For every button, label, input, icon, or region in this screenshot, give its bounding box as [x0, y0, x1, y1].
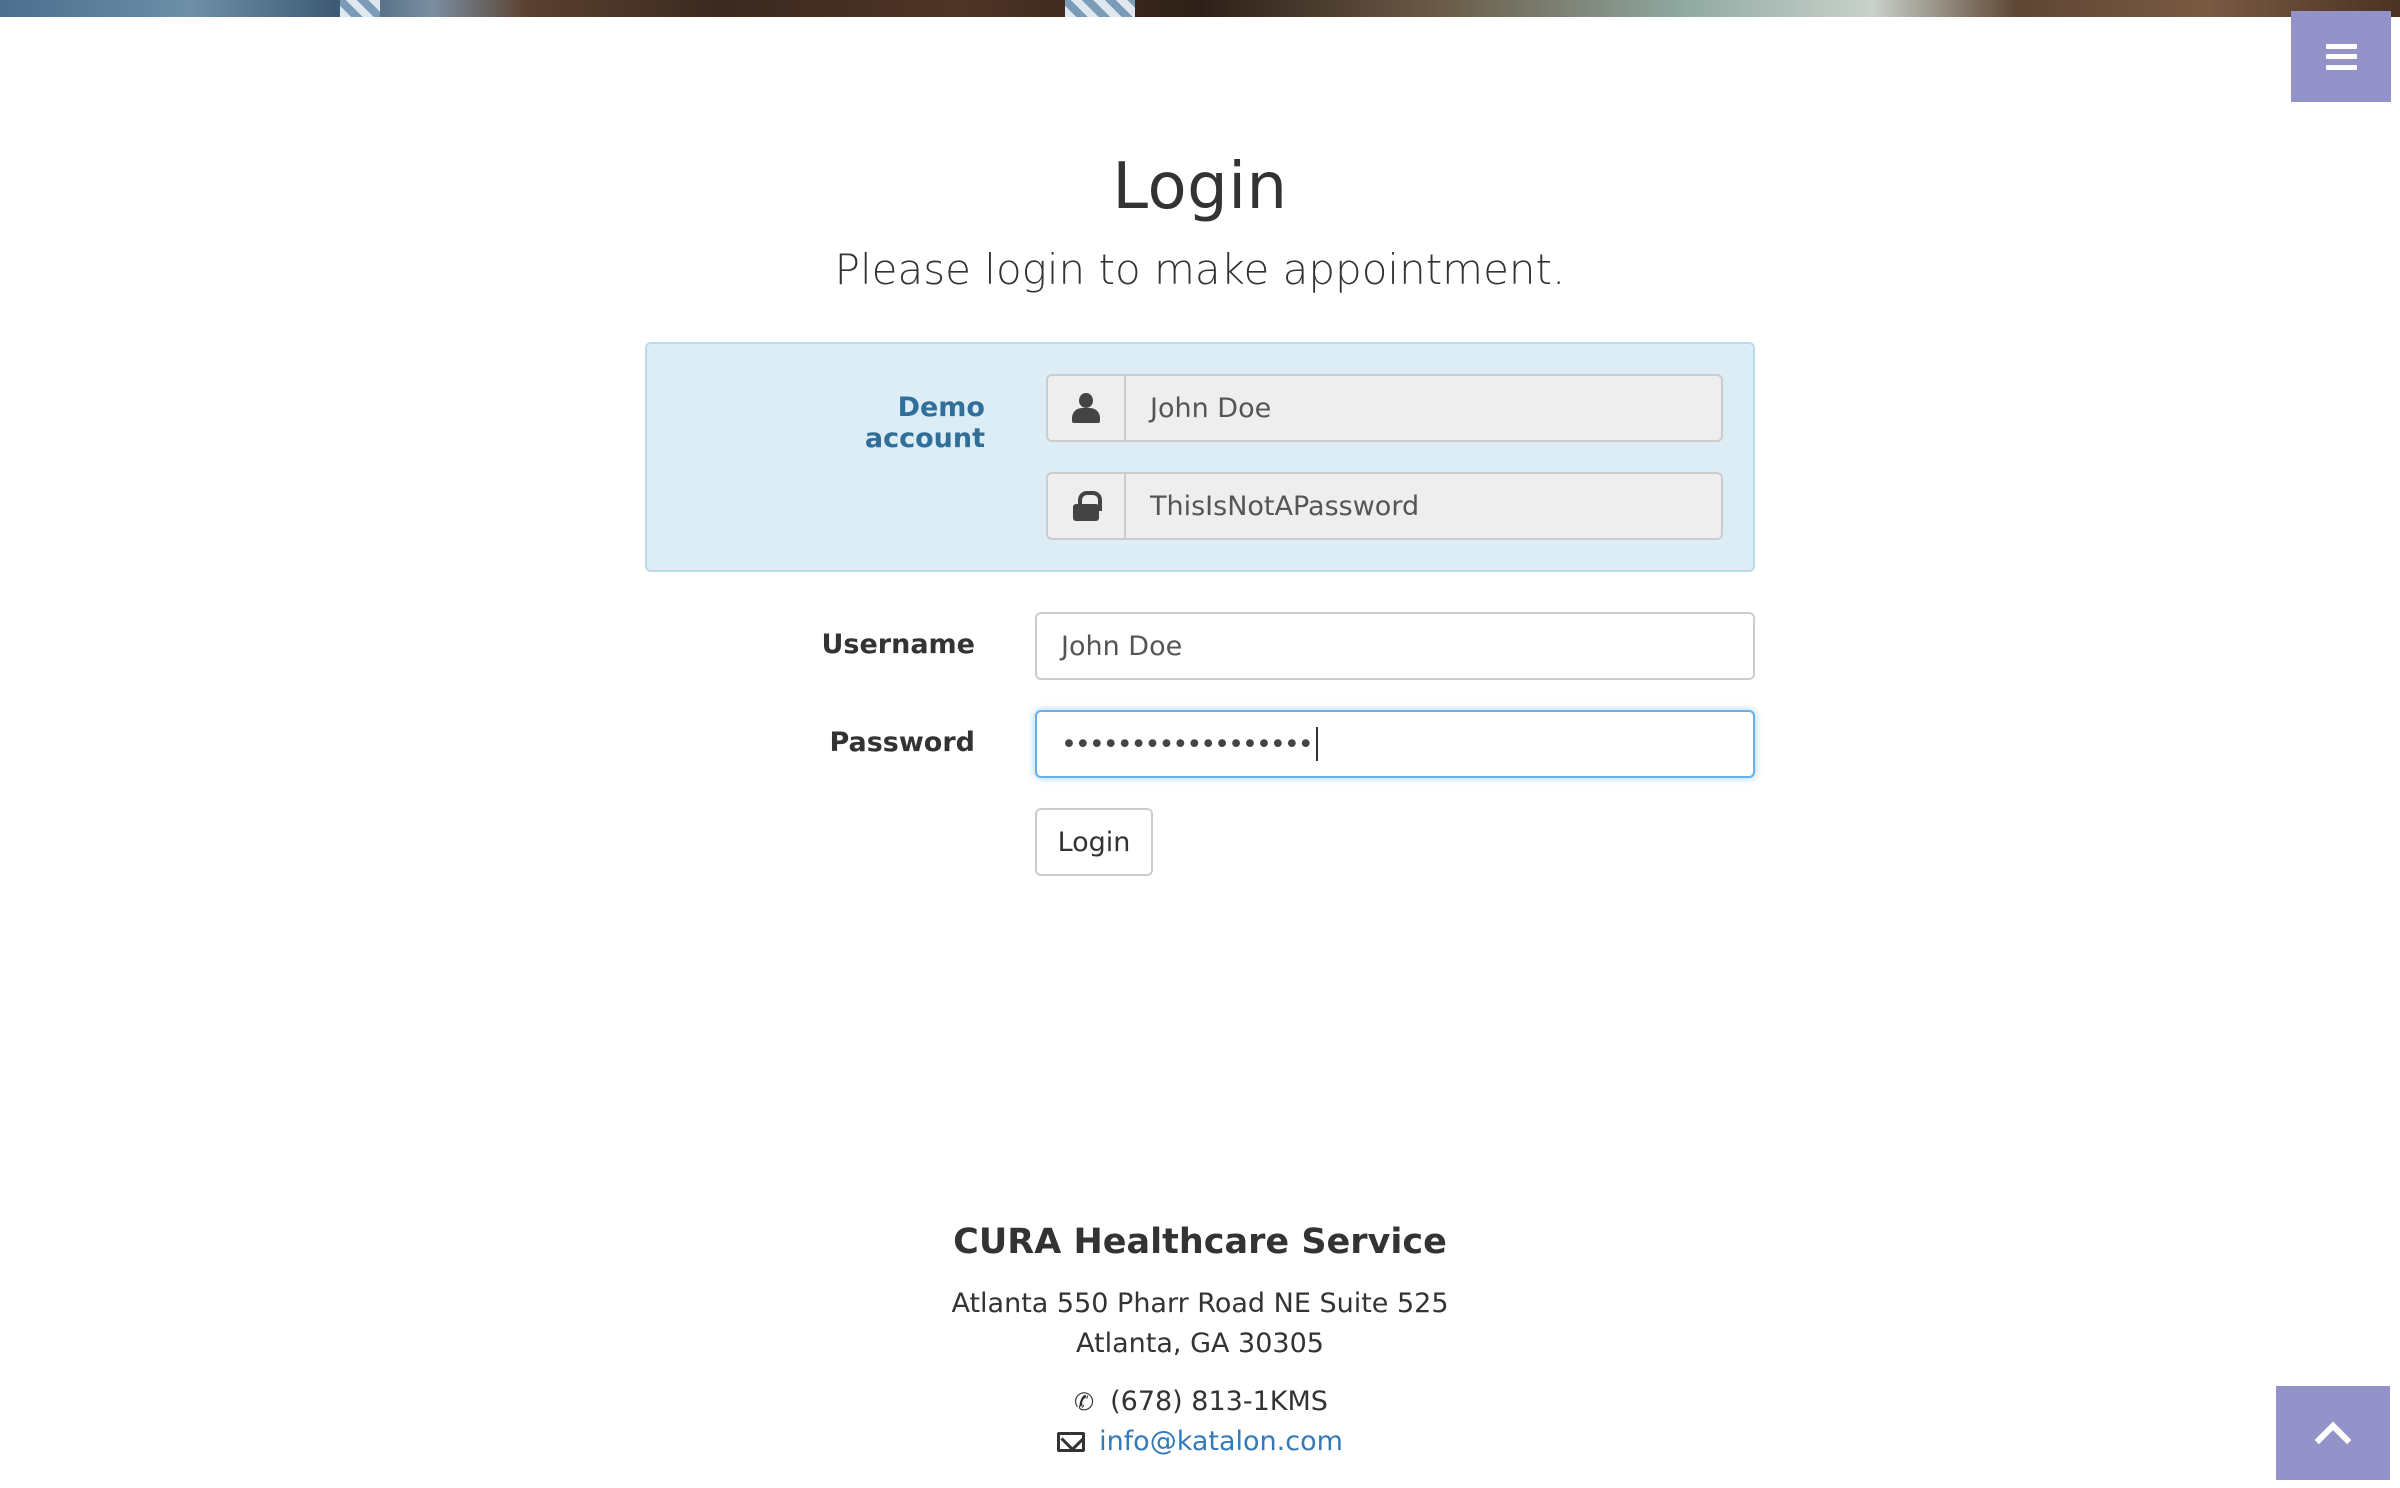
envelope-icon [1057, 1431, 1086, 1452]
footer-email: info@katalon.com [0, 1426, 2400, 1457]
demo-username-field: John Doe [1046, 374, 1723, 442]
demo-username-addon [1048, 376, 1126, 440]
username-input-value: John Doe [1061, 630, 1183, 662]
demo-password-value: ThisIsNotAPassword [1126, 474, 1721, 538]
phone-icon: ✆ [1074, 1387, 1095, 1416]
footer-address-line2: Atlanta, GA 30305 [1076, 1328, 1324, 1359]
chevron-up-icon [2314, 1421, 2352, 1459]
username-label: Username [821, 629, 975, 660]
demo-account-label: Demo account [864, 392, 985, 454]
login-button[interactable]: Login [1035, 808, 1153, 876]
lock-icon [1073, 491, 1102, 521]
footer-phone-number: (678) 813-1KMS [1110, 1386, 1328, 1417]
user-icon [1072, 393, 1100, 423]
footer-email-link[interactable]: info@katalon.com [1099, 1426, 1343, 1457]
password-input-value: •••••••••••••••••• [1061, 728, 1314, 760]
page-subtitle: Please login to make appointment. [834, 245, 1566, 294]
password-label: Password [829, 727, 975, 758]
demo-password-addon [1048, 474, 1126, 538]
username-input[interactable]: John Doe [1035, 612, 1755, 680]
footer-address-line1: Atlanta 550 Pharr Road NE Suite 525 [951, 1288, 1449, 1319]
footer-company-name: CURA Healthcare Service [953, 1222, 1447, 1262]
scroll-to-top-button[interactable] [2276, 1386, 2390, 1480]
password-input[interactable]: •••••••••••••••••• [1035, 710, 1755, 778]
demo-password-field: ThisIsNotAPassword [1046, 472, 1723, 540]
page-title: Login [1112, 150, 1288, 224]
menu-toggle-button[interactable] [2291, 11, 2391, 102]
menu-icon [2325, 43, 2357, 70]
header-image-strip [0, 0, 2400, 17]
demo-username-value: John Doe [1126, 376, 1721, 440]
text-caret [1315, 727, 1318, 761]
footer-phone: ✆ (678) 813-1KMS [0, 1386, 2400, 1417]
